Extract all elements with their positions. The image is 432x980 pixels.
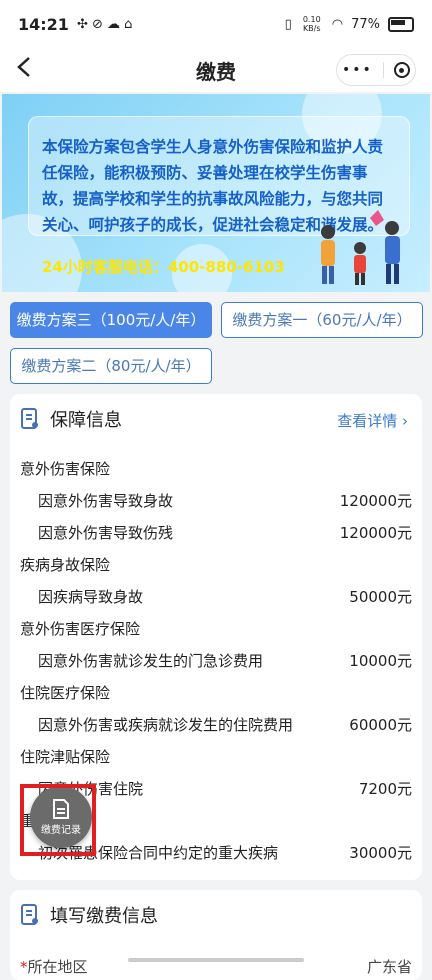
coverage-title: 保障信息 xyxy=(50,410,122,431)
app-notification-icons: ✣ ⊘ ☁ ⌂ xyxy=(76,16,133,32)
nav-bar: 缴费 ••• xyxy=(0,48,432,92)
capsule-divider xyxy=(382,62,384,78)
item-amount: 50000元 xyxy=(349,588,412,606)
region-label-text: 所在地区 xyxy=(27,958,88,976)
item-label: 因意外伤害就诊发生的门急诊费用 xyxy=(38,652,264,670)
category-accident-medical: 意外伤害医疗保险 xyxy=(20,620,141,638)
view-details-link[interactable]: 查看详情 › xyxy=(337,410,408,431)
chevron-left-icon xyxy=(17,57,30,77)
family-illustration xyxy=(321,210,400,285)
payment-info-header: 填写缴费信息 xyxy=(20,902,158,928)
more-options-button[interactable]: ••• xyxy=(342,62,373,78)
battery-icon xyxy=(388,16,414,32)
home-indicator xyxy=(128,958,304,962)
highlight-box xyxy=(20,784,96,856)
item-label: 因疾病导致身故 xyxy=(38,588,144,606)
document-icon xyxy=(21,408,38,429)
required-mark: * xyxy=(20,958,28,976)
item-label: 因意外伤害或疾病就诊发生的住院费用 xyxy=(38,716,294,734)
item-amount: 120000元 xyxy=(339,524,412,542)
back-button[interactable] xyxy=(16,56,32,83)
category-hospital-allowance: 住院津贴保险 xyxy=(20,748,111,766)
item-amount: 10000元 xyxy=(349,652,412,670)
network-speed: 0.10 KB/s xyxy=(302,15,321,33)
region-value[interactable]: 广东省 xyxy=(367,956,412,977)
item-label: 因意外伤害导致身故 xyxy=(38,492,174,510)
vibrate-icon: ▯ xyxy=(284,16,292,32)
insurance-banner: 本保险方案包含学生人身意外伤害保险和监护人责任保险，能积极预防、妥善处理在校学生… xyxy=(2,94,430,292)
chevron-right-icon: › xyxy=(402,412,408,430)
category-disease-death: 疾病身故保险 xyxy=(20,556,111,574)
plan-option-2[interactable]: 缴费方案二（80元/人/年） xyxy=(10,348,212,384)
status-time: 14:21 xyxy=(18,14,69,34)
region-label: *所在地区 xyxy=(20,956,88,977)
form-icon xyxy=(21,904,38,925)
battery-percent: 77% xyxy=(351,16,380,32)
item-amount: 60000元 xyxy=(349,716,412,734)
close-icon xyxy=(399,67,405,73)
miniapp-capsule: ••• xyxy=(336,54,416,86)
category-accident: 意外伤害保险 xyxy=(20,460,111,478)
item-amount: 120000元 xyxy=(339,492,412,510)
wifi-icon: ◠ xyxy=(331,16,344,32)
category-hospital-medical: 住院医疗保险 xyxy=(20,684,111,702)
payment-info-card: 填写缴费信息 *所在地区 广东省 xyxy=(10,890,422,980)
close-miniapp-button[interactable] xyxy=(393,62,410,78)
payment-info-title: 填写缴费信息 xyxy=(50,906,158,927)
service-phone[interactable]: 24小时客服电话：400-880-6103 xyxy=(42,256,285,277)
coverage-header: 保障信息 xyxy=(20,406,122,432)
status-bar: 14:21 ✣ ⊘ ☁ ⌂ ▯ 0.10 KB/s ◠ 77% xyxy=(0,0,432,48)
view-details-label: 查看详情 xyxy=(337,412,398,430)
item-label: 因意外伤害导致伤残 xyxy=(38,524,174,542)
plan-option-1[interactable]: 缴费方案一（60元/人/年） xyxy=(221,302,423,338)
plan-option-3[interactable]: 缴费方案三（100元/人/年） xyxy=(10,302,212,338)
item-amount: 30000元 xyxy=(349,844,412,862)
item-amount: 7200元 xyxy=(358,780,412,798)
page-title: 缴费 xyxy=(196,59,236,84)
